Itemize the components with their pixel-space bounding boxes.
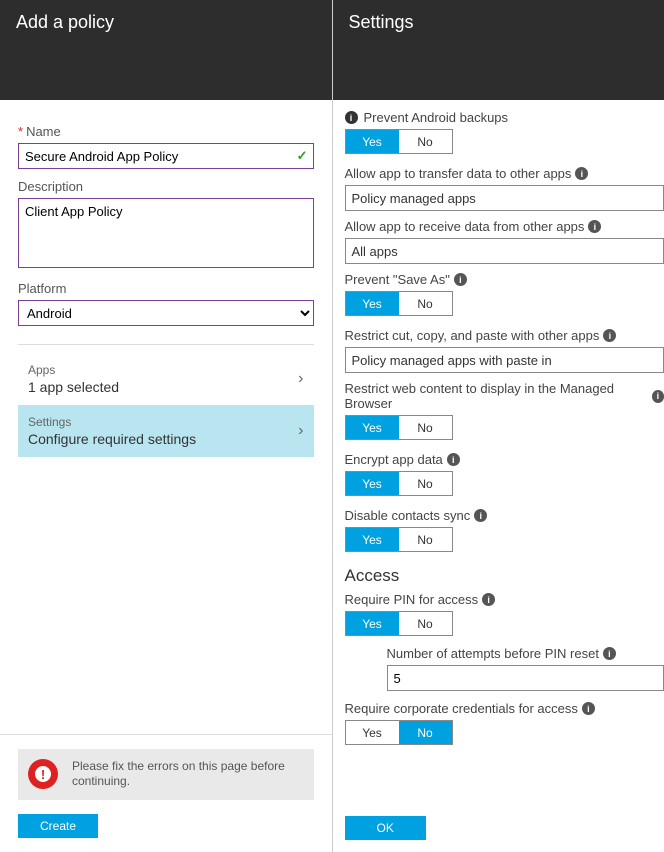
checkmark-icon: ✓ [297,148,308,164]
require-corp-toggle[interactable]: Yes No [345,720,453,745]
required-asterisk: * [18,124,23,139]
pin-attempts-label: Number of attempts before PIN reset i [387,646,664,661]
create-button[interactable]: Create [18,814,98,838]
platform-select[interactable]: Android [18,300,314,326]
ok-button[interactable]: OK [345,816,426,840]
require-corp-label: Require corporate credentials for access… [345,701,664,716]
info-icon: i [474,509,487,522]
info-icon: i [454,273,467,286]
info-icon: i [582,702,595,715]
name-label: * Name [18,124,314,139]
toggle-no[interactable]: No [399,130,452,153]
add-policy-header: Add a policy [0,0,332,100]
receive-from-label: Allow app to receive data from other app… [345,219,664,234]
access-heading: Access [345,566,664,586]
add-policy-title: Add a policy [16,12,114,32]
toggle-yes[interactable]: Yes [346,721,399,744]
info-icon: i [345,111,358,124]
transfer-to-select[interactable]: Policy managed apps [345,185,664,211]
apps-title: Apps [28,363,119,377]
error-banner: ! Please fix the errors on this page bef… [18,749,314,800]
description-label: Description [18,179,314,194]
chevron-right-icon: › [298,422,303,440]
restrict-copy-label: Restrict cut, copy, and paste with other… [345,328,664,343]
name-input[interactable] [18,143,314,169]
encrypt-label: Encrypt app data i [345,452,664,467]
info-icon: i [588,220,601,233]
error-text: Please fix the errors on this page befor… [72,759,304,790]
toggle-yes[interactable]: Yes [346,612,399,635]
toggle-no[interactable]: No [399,416,452,439]
toggle-yes[interactable]: Yes [346,292,399,315]
info-icon: i [482,593,495,606]
restrict-web-toggle[interactable]: Yes No [345,415,453,440]
restrict-copy-select[interactable]: Policy managed apps with paste in [345,347,664,373]
info-icon: i [447,453,460,466]
apps-subtitle: 1 app selected [28,379,119,395]
toggle-no[interactable]: No [399,528,452,551]
apps-nav-item[interactable]: Apps 1 app selected › [18,353,314,405]
toggle-yes[interactable]: Yes [346,472,399,495]
info-icon: i [575,167,588,180]
require-pin-toggle[interactable]: Yes No [345,611,453,636]
platform-label: Platform [18,281,314,296]
info-icon: i [603,329,616,342]
require-pin-label: Require PIN for access i [345,592,664,607]
add-policy-panel: Add a policy * Name ✓ Description Client… [0,0,333,852]
settings-title: Settings [28,415,196,429]
disable-contacts-label: Disable contacts sync i [345,508,664,523]
settings-header: Settings [333,0,664,100]
chevron-right-icon: › [298,370,303,388]
settings-nav-item[interactable]: Settings Configure required settings › [18,405,314,457]
restrict-web-label: Restrict web content to display in the M… [345,381,664,411]
prevent-backup-toggle[interactable]: Yes No [345,129,453,154]
toggle-no[interactable]: No [399,472,452,495]
toggle-yes[interactable]: Yes [346,130,399,153]
info-icon: i [603,647,616,660]
toggle-yes[interactable]: Yes [346,528,399,551]
description-textarea[interactable]: Client App Policy [18,198,314,268]
toggle-no[interactable]: No [399,721,452,744]
divider [18,344,314,345]
toggle-no[interactable]: No [399,612,452,635]
prevent-saveas-label: Prevent "Save As" i [345,272,664,287]
settings-subtitle: Configure required settings [28,431,196,447]
prevent-backup-label: i Prevent Android backups [345,110,664,125]
toggle-no[interactable]: No [399,292,452,315]
pin-attempts-input[interactable] [387,665,664,691]
prevent-saveas-toggle[interactable]: Yes No [345,291,453,316]
disable-contacts-toggle[interactable]: Yes No [345,527,453,552]
info-icon: i [652,390,664,403]
encrypt-toggle[interactable]: Yes No [345,471,453,496]
settings-panel-title: Settings [349,12,414,32]
toggle-yes[interactable]: Yes [346,416,399,439]
error-icon: ! [28,759,58,789]
transfer-to-label: Allow app to transfer data to other apps… [345,166,664,181]
receive-from-select[interactable]: All apps [345,238,664,264]
settings-panel: Settings i Prevent Android backups Yes N… [333,0,664,852]
